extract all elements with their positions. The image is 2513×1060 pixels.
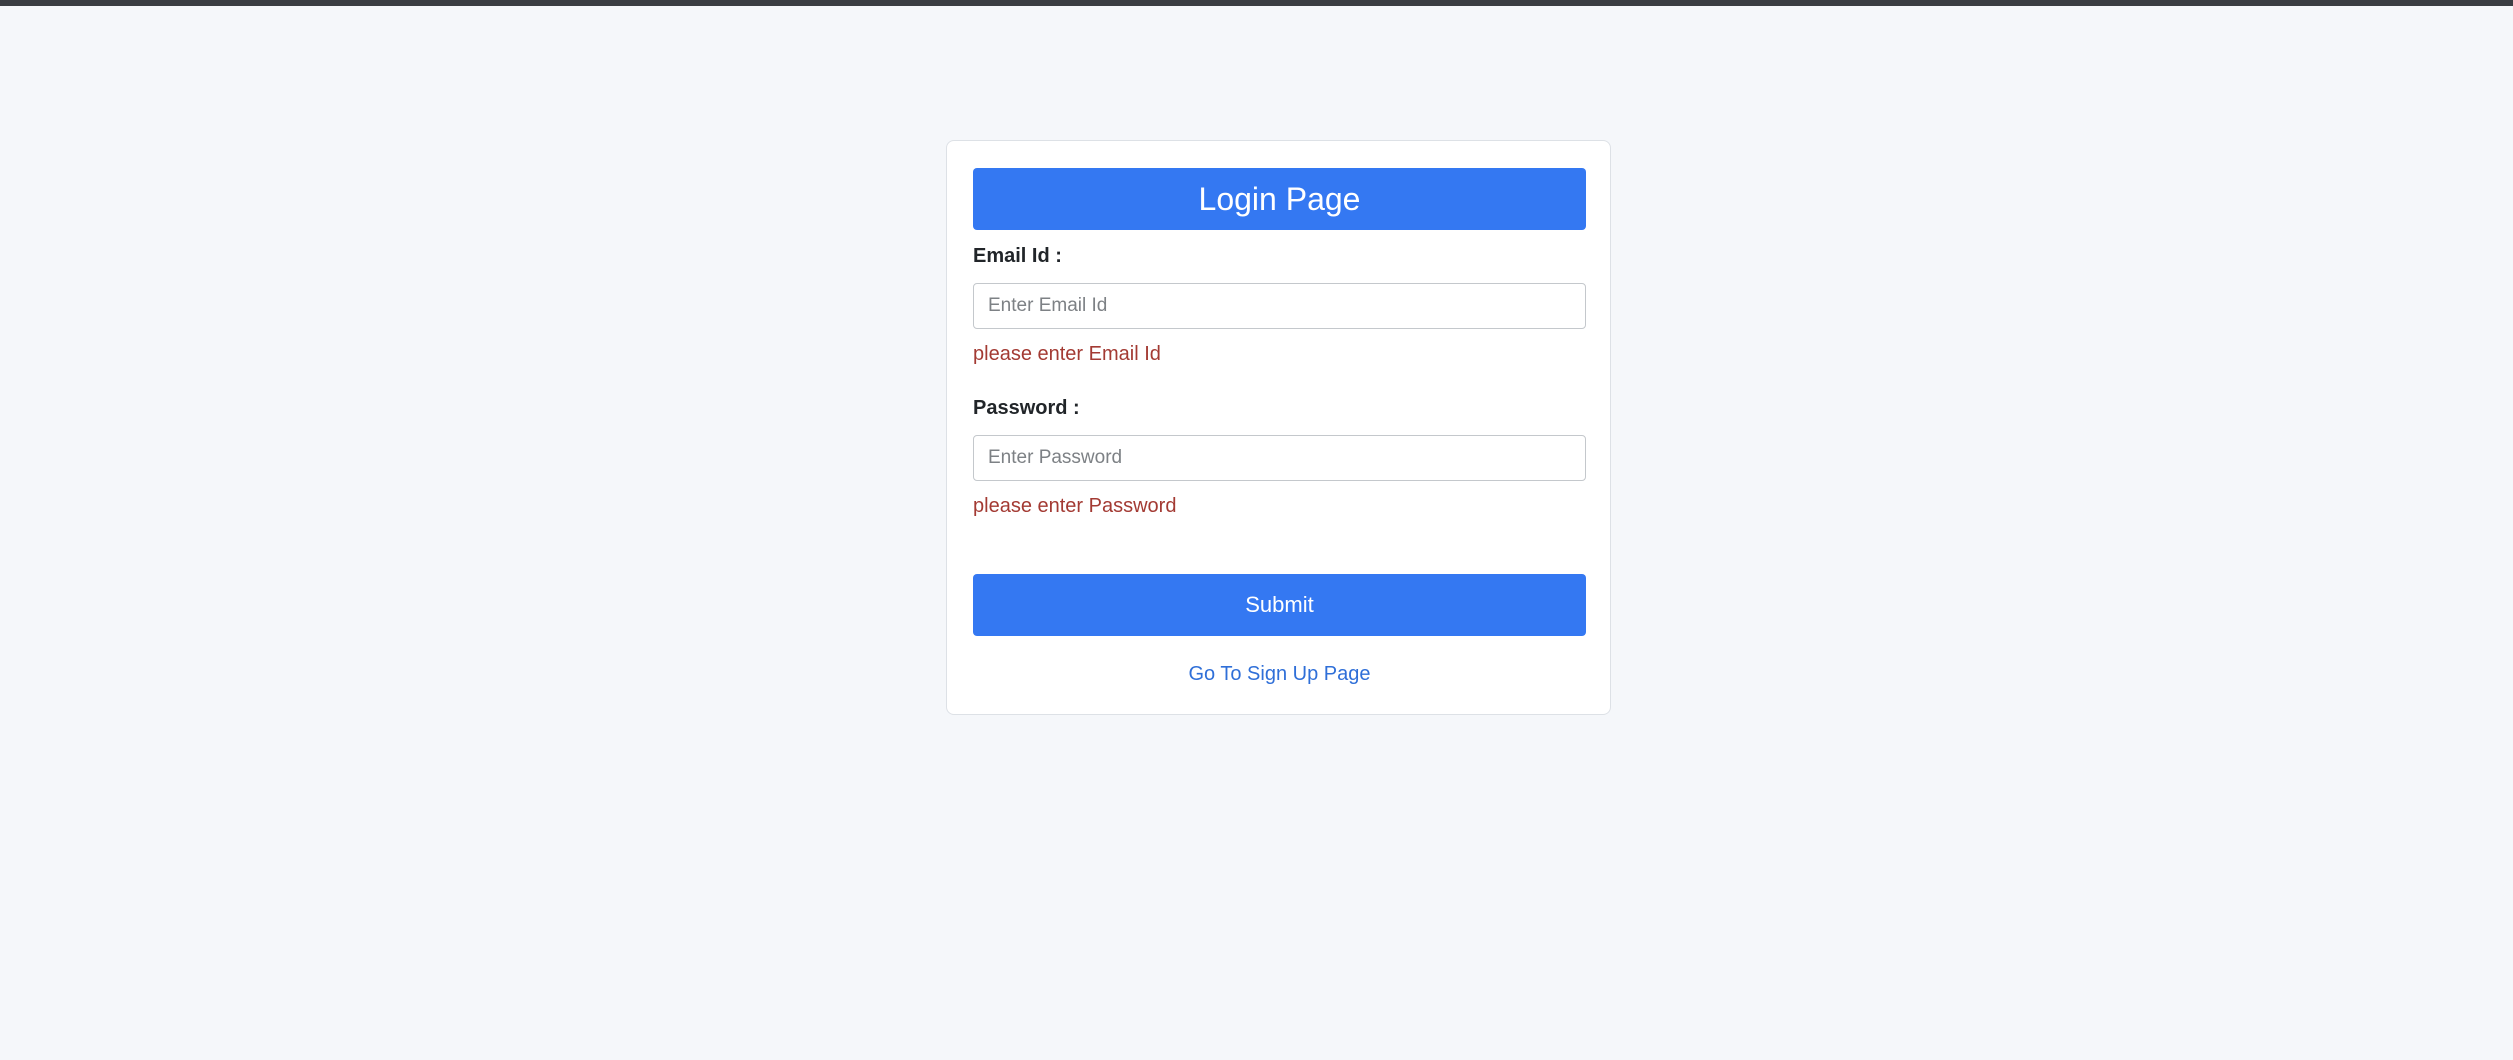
password-label: Password : [973, 397, 1080, 419]
email-input[interactable] [973, 283, 1586, 329]
password-input[interactable] [973, 435, 1586, 481]
email-error-message: please enter Email Id [973, 343, 1161, 365]
password-error-message: please enter Password [973, 495, 1177, 517]
submit-button[interactable]: Submit [973, 574, 1586, 636]
email-label: Email Id : [973, 245, 1062, 267]
login-card: Login Page Email Id : please enter Email… [946, 140, 1611, 715]
browser-top-bar [0, 0, 2513, 6]
signup-link[interactable]: Go To Sign Up Page [973, 663, 1586, 686]
page-title: Login Page [973, 168, 1586, 230]
